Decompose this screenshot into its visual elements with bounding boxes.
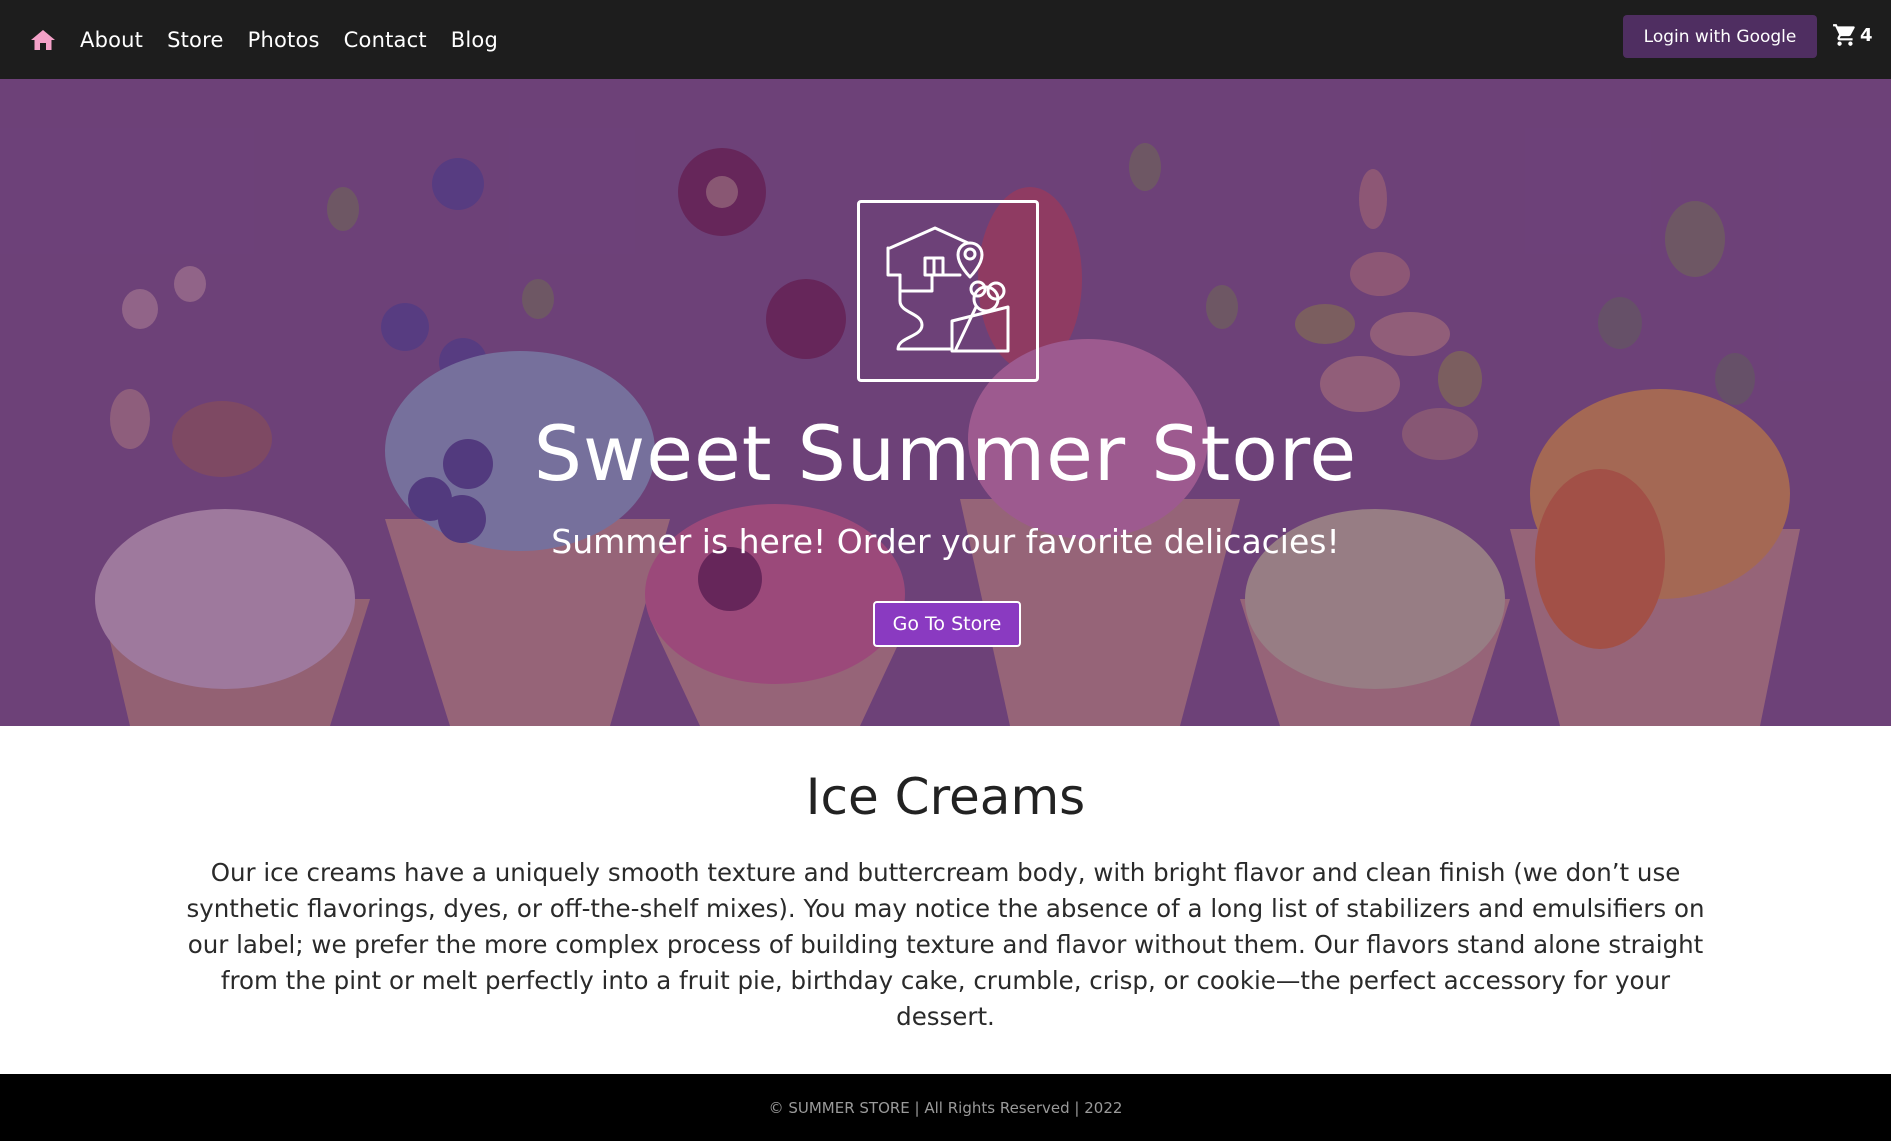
nav-link-blog[interactable]: Blog	[451, 28, 498, 52]
store-location-ice-cream-icon	[886, 226, 1010, 353]
hero-banner: Sweet Summer Store Summer is here! Order…	[0, 79, 1891, 726]
footer-copyright: © SUMMER STORE | All Rights Reserved | 2…	[768, 1098, 1123, 1117]
nav-link-contact[interactable]: Contact	[344, 28, 427, 52]
store-logo	[857, 200, 1039, 382]
nav-link-about[interactable]: About	[80, 28, 143, 52]
footer: © SUMMER STORE | All Rights Reserved | 2…	[0, 1074, 1891, 1141]
home-link[interactable]	[30, 27, 56, 53]
nav-link-photos[interactable]: Photos	[248, 28, 320, 52]
top-navbar: About Store Photos Contact Blog Login wi…	[0, 0, 1891, 79]
cart-count-badge: 4	[1860, 24, 1873, 46]
go-to-store-button[interactable]: Go To Store	[873, 601, 1021, 647]
ice-creams-heading: Ice Creams	[805, 768, 1086, 826]
cart-button[interactable]: 4	[1832, 22, 1873, 48]
home-icon	[31, 29, 55, 50]
login-with-google-button[interactable]: Login with Google	[1623, 15, 1817, 58]
shopping-cart-icon	[1833, 24, 1855, 46]
hero-subtitle: Summer is here! Order your favorite deli…	[551, 522, 1340, 561]
nav-link-store[interactable]: Store	[167, 28, 224, 52]
ice-creams-description: Our ice creams have a uniquely smooth te…	[186, 858, 1705, 1031]
hero-title: Sweet Summer Store	[533, 409, 1358, 498]
nav-links: About Store Photos Contact Blog	[68, 28, 510, 52]
